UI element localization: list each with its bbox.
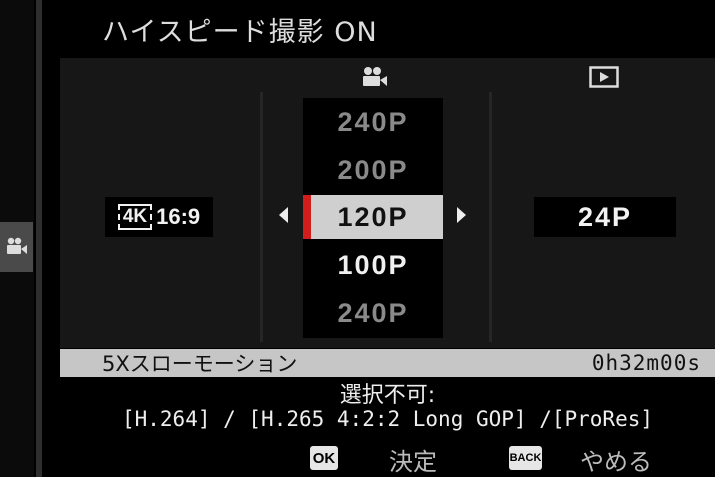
unavailable-title: 選択不可: <box>339 383 436 408</box>
movie-camera-icon <box>6 237 27 254</box>
playback-icon <box>589 66 619 88</box>
page-title: ハイスピード撮影 ON <box>102 16 378 48</box>
next-arrow-icon[interactable] <box>457 207 466 223</box>
wheel-option[interactable]: 100P <box>303 243 443 287</box>
resolution-display: 4K 16:9 <box>105 197 213 237</box>
movie-mode-tab[interactable] <box>0 222 33 272</box>
recording-time: 0h32m00s <box>591 351 701 375</box>
info-bar: 5Xスローモーション 0h32m00s <box>60 349 715 377</box>
previous-arrow-icon[interactable] <box>279 207 288 223</box>
resolution-badge: 4K <box>117 204 153 230</box>
ok-button-label[interactable]: 決定 <box>389 442 437 477</box>
slow-motion-label: 5Xスローモーション <box>102 352 298 376</box>
aspect-ratio: 16:9 <box>156 204 201 229</box>
wheel-option[interactable]: 240P <box>303 100 443 144</box>
selection-indicator <box>303 195 311 239</box>
header: ハイスピード撮影 ON <box>60 0 715 58</box>
unavailable-formats: [H.264] / [H.265 4:2:2 Long GOP] /[ProRe… <box>121 407 653 431</box>
left-divider <box>36 0 42 477</box>
column-divider-left <box>260 92 263 342</box>
movie-camera-icon <box>363 67 387 86</box>
wheel-option-selected[interactable]: 120P <box>303 195 443 239</box>
wheel-option[interactable]: 200P <box>303 148 443 192</box>
playback-frame-rate: 24P <box>534 197 676 237</box>
frame-rate-wheel[interactable]: 240P 200P 120P 100P 240P <box>303 98 443 338</box>
back-button-icon[interactable]: BACK <box>509 446 542 470</box>
wheel-option[interactable]: 240P <box>303 291 443 335</box>
ok-button-icon[interactable]: OK <box>310 446 338 470</box>
playback-value: 24P <box>577 201 633 232</box>
column-divider-right <box>489 92 492 342</box>
back-button-label[interactable]: やめる <box>580 442 652 477</box>
